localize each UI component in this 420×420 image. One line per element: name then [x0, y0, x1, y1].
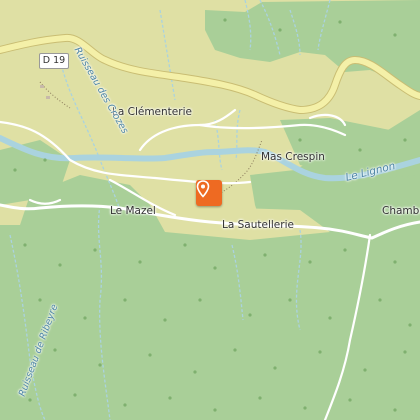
map-view[interactable]: D 19 La Clémenterie Mas Crespin Le Mazel… — [0, 0, 420, 420]
location-marker[interactable] — [196, 180, 222, 206]
place-label-la-clementerie: La Clémenterie — [112, 106, 192, 118]
road-shield-d19: D 19 — [39, 53, 69, 69]
map-pin-icon — [196, 180, 210, 198]
place-label-mas-crespin: Mas Crespin — [261, 151, 325, 163]
place-label-chambon: Chambo — [382, 205, 420, 217]
place-label-la-sautellerie: La Sautellerie — [222, 219, 294, 231]
place-label-le-mazel: Le Mazel — [110, 205, 156, 217]
